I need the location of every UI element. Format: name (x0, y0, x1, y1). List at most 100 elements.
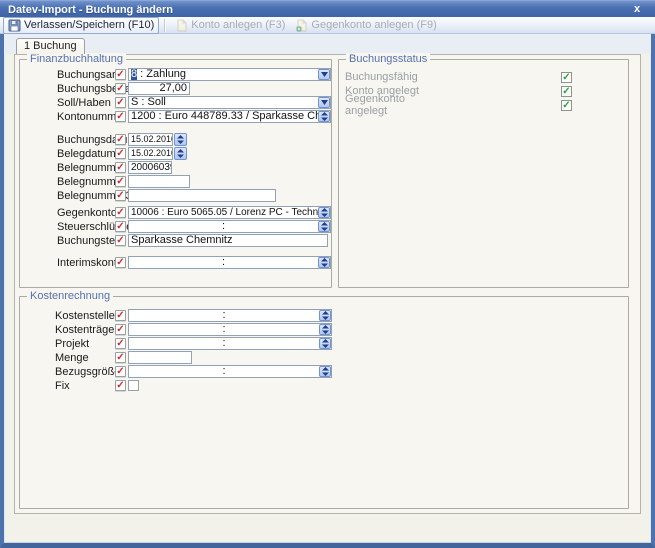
sollhaben-value: S : Soll (129, 97, 318, 108)
row-belegnummer: Belegnummer ✓ 20006039 (20, 161, 331, 174)
close-button[interactable]: x (629, 2, 645, 16)
kostentraeger-enable-check-icon[interactable]: ✓ (115, 324, 126, 335)
menge-enable-check-icon[interactable]: ✓ (115, 352, 126, 363)
sollhaben-combobox[interactable]: S : Soll (128, 96, 331, 109)
create-contra-account-button: Gegenkonto anlegen (F9) (290, 17, 441, 34)
steuerschluessel-label: Steuerschlüssel (57, 221, 115, 233)
buchungstext-input[interactable]: Sparkasse Chemnitz (128, 234, 328, 247)
belegnummer3-label: Belegnummer3 (57, 190, 115, 202)
row-kostenstelle: Kostenstelle ✓ : (20, 309, 628, 322)
kontonummer-combobox[interactable]: 1200 : Euro 448789.33 / Sparkasse Chemni… (128, 110, 331, 123)
kostenstelle-spinner-icon[interactable] (319, 310, 331, 321)
belegnummer3-input[interactable] (128, 189, 276, 202)
buchungsart-enable-check-icon[interactable]: ✓ (115, 69, 126, 80)
row-steuerschluessel: Steuerschlüssel ✓ : (20, 220, 331, 233)
kostentraeger-label: Kostenträger (55, 324, 115, 336)
save-floppy-icon (8, 19, 21, 32)
belegdatum-input[interactable]: 15.02.2010 /Mo (128, 147, 173, 160)
bezugsgroesse-spinner-icon[interactable] (319, 366, 331, 377)
interimskonto-enable-check-icon[interactable]: ✓ (115, 257, 126, 268)
row-interimskonto: Interimskonto ✓ : (20, 256, 331, 269)
buchungsbetrag-input[interactable]: 27,00 (128, 82, 190, 95)
menge-label: Menge (55, 352, 115, 364)
gegenkonto-spinner-icon[interactable] (318, 207, 330, 218)
kostentraeger-combobox[interactable]: : (128, 323, 332, 336)
interimskonto-combobox[interactable]: : (128, 256, 331, 269)
buchungsdatum-spinner-icon[interactable] (174, 133, 187, 146)
buchungstext-enable-check-icon[interactable]: ✓ (115, 235, 126, 246)
konto-angelegt-checkbox[interactable]: ✓ (561, 86, 572, 97)
toolbar-separator (164, 19, 166, 32)
kostenstelle-label: Kostenstelle (55, 310, 115, 322)
fix-enable-check-icon[interactable]: ✓ (115, 380, 126, 391)
menge-input[interactable] (128, 351, 192, 364)
buchungsfaehig-checkbox[interactable]: ✓ (561, 72, 572, 83)
projekt-enable-check-icon[interactable]: ✓ (115, 338, 126, 349)
belegdatum-spinner-icon[interactable] (174, 147, 187, 160)
belegnummer-label: Belegnummer (57, 162, 115, 174)
buchungsbetrag-label: Buchungsbetrag (57, 83, 115, 95)
gegenkonto-enable-check-icon[interactable]: ✓ (115, 207, 126, 218)
belegnummer-input[interactable]: 20006039 (128, 161, 172, 174)
row-belegnummer2: Belegnummer 2 ✓ (20, 175, 331, 188)
new-contra-account-page-icon (295, 19, 308, 32)
gegenkonto-angelegt-label: Gegenkonto angelegt (345, 93, 450, 117)
bezugsgroesse-enable-check-icon[interactable]: ✓ (115, 366, 126, 377)
tab-page-panel: Finanzbuchhaltung Buchungsart ✓ 8 : Zahl… (14, 54, 641, 514)
kontonummer-spinner-icon[interactable] (318, 111, 330, 122)
tab-buchung[interactable]: 1 Buchung (16, 38, 85, 54)
gegenkonto-angelegt-checkbox[interactable]: ✓ (561, 100, 572, 111)
buchungsbetrag-value: 27,00 (129, 83, 189, 94)
create-account-button: Konto anlegen (F3) (170, 17, 290, 34)
belegdatum-label: Belegdatum (57, 148, 115, 160)
buchungsdatum-input[interactable]: 15.02.2010 /Mo (128, 133, 173, 146)
sollhaben-enable-check-icon[interactable]: ✓ (115, 97, 126, 108)
row-kostentraeger: Kostenträger ✓ : (20, 323, 628, 336)
create-account-label: Konto anlegen (F3) (191, 19, 285, 31)
kontonummer-label: Kontonummer (57, 111, 115, 123)
kostenstelle-combobox[interactable]: : (128, 309, 332, 322)
group-kostenrechnung-title: Kostenrechnung (27, 290, 113, 302)
belegnummer3-enable-check-icon[interactable]: ✓ (115, 190, 126, 201)
buchungsart-combobox[interactable]: 8 : Zahlung (128, 68, 331, 81)
dialog-content: 1 Buchung Finanzbuchhaltung Buchungsart … (4, 34, 651, 543)
belegnummer2-enable-check-icon[interactable]: ✓ (115, 176, 126, 187)
kostenstelle-enable-check-icon[interactable]: ✓ (115, 310, 126, 321)
buchungsart-rest: : Zahlung (137, 69, 186, 80)
interimskonto-label: Interimskonto (57, 257, 115, 269)
belegdatum-enable-check-icon[interactable]: ✓ (115, 148, 126, 159)
gegenkonto-label: Gegenkonto (57, 207, 115, 219)
projekt-spinner-icon[interactable] (319, 338, 331, 349)
buchungsdatum-value: 15.02.2010 /Mo (129, 134, 172, 145)
save-exit-button[interactable]: Verlassen/Speichern (F10) (3, 17, 159, 34)
fix-label: Fix (55, 380, 115, 392)
toolbar: Verlassen/Speichern (F10) Konto anlegen … (0, 17, 655, 34)
buchungsfaehig-label: Buchungsfähig (345, 71, 450, 83)
close-icon: x (634, 3, 640, 15)
buchungsdatum-enable-check-icon[interactable]: ✓ (115, 134, 126, 145)
row-buchungsbetrag: Buchungsbetrag ✓ 27,00 (20, 82, 331, 95)
window-title: Datev-Import - Buchung ändern (0, 4, 173, 16)
belegnummer2-input[interactable] (128, 175, 190, 188)
kostentraeger-spinner-icon[interactable] (319, 324, 331, 335)
fix-checkbox[interactable] (128, 380, 139, 391)
bezugsgroesse-combobox[interactable]: : (128, 365, 332, 378)
buchungsart-dropdown-arrow-icon[interactable] (318, 69, 330, 80)
gegenkonto-combobox[interactable]: 10006 : Euro 5065.05 / Lorenz PC - Techn… (128, 206, 331, 219)
row-gegenkonto: Gegenkonto ✓ 10006 : Euro 5065.05 / Lore… (20, 206, 331, 219)
steuerschluessel-combobox[interactable]: : (128, 220, 331, 233)
steuerschluessel-enable-check-icon[interactable]: ✓ (115, 221, 126, 232)
buchungsbetrag-enable-check-icon[interactable]: ✓ (115, 83, 126, 94)
buchungsart-label: Buchungsart (57, 69, 115, 81)
row-buchungsart: Buchungsart ✓ 8 : Zahlung (20, 68, 331, 81)
projekt-combobox[interactable]: : (128, 337, 332, 350)
sollhaben-dropdown-arrow-icon[interactable] (318, 97, 330, 108)
interimskonto-spinner-icon[interactable] (318, 257, 330, 268)
row-sollhaben: Soll/Haben ✓ S : Soll (20, 96, 331, 109)
belegnummer-enable-check-icon[interactable]: ✓ (115, 162, 126, 173)
kontonummer-enable-check-icon[interactable]: ✓ (115, 111, 126, 122)
belegdatum-value: 15.02.2010 /Mo (129, 148, 172, 159)
steuerschluessel-spinner-icon[interactable] (318, 221, 330, 232)
group-finanzbuchhaltung: Finanzbuchhaltung Buchungsart ✓ 8 : Zahl… (19, 59, 332, 288)
bezugsgroesse-value: : (129, 366, 319, 377)
